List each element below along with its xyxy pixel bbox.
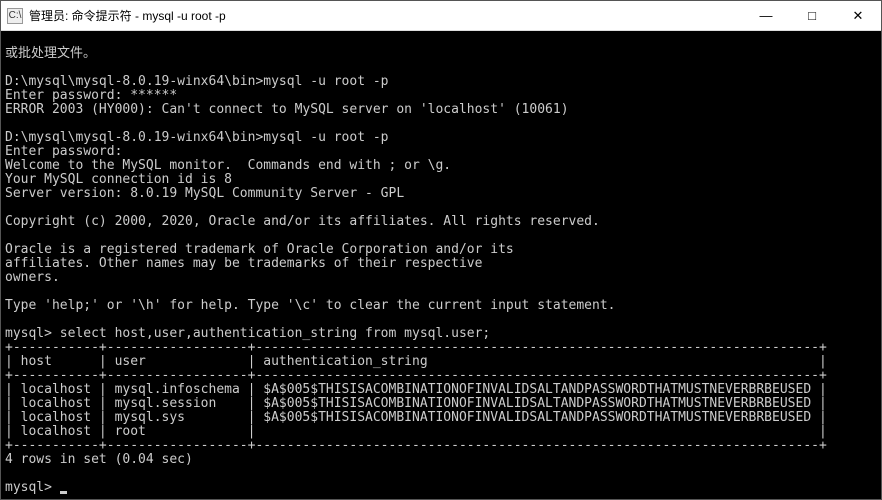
table-header: | host | user | authentication_string |: [5, 354, 827, 369]
titlebar[interactable]: C:\ 管理员: 命令提示符 - mysql -u root -p — □ ✕: [1, 1, 881, 31]
terminal-line: affiliates. Other names may be trademark…: [5, 256, 482, 271]
command-prompt-window: C:\ 管理员: 命令提示符 - mysql -u root -p — □ ✕ …: [0, 0, 882, 500]
terminal-line: mysql> select host,user,authentication_s…: [5, 326, 490, 341]
table-row: | localhost | mysql.sys | $A$005$THISISA…: [5, 410, 827, 425]
terminal-line: Enter password:: [5, 144, 122, 159]
prompt-line: mysql>: [5, 480, 67, 495]
close-button[interactable]: ✕: [835, 1, 881, 30]
terminal-line: Your MySQL connection id is 8: [5, 172, 232, 187]
terminal-line: ERROR 2003 (HY000): Can't connect to MyS…: [5, 102, 569, 117]
terminal-line: D:\mysql\mysql-8.0.19-winx64\bin>mysql -…: [5, 74, 389, 89]
terminal-line: Copyright (c) 2000, 2020, Oracle and/or …: [5, 214, 600, 229]
terminal-line: owners.: [5, 270, 60, 285]
table-row: | localhost | mysql.infoschema | $A$005$…: [5, 382, 827, 397]
table-border: +-----------+------------------+--------…: [5, 368, 827, 383]
table-row: | localhost | root | |: [5, 424, 827, 439]
terminal-line: 4 rows in set (0.04 sec): [5, 452, 193, 467]
minimize-button[interactable]: —: [743, 1, 789, 30]
table-border: +-----------+------------------+--------…: [5, 340, 827, 355]
terminal-line: Server version: 8.0.19 MySQL Community S…: [5, 186, 404, 201]
terminal-line: D:\mysql\mysql-8.0.19-winx64\bin>mysql -…: [5, 130, 389, 145]
maximize-button[interactable]: □: [789, 1, 835, 30]
table-row: | localhost | mysql.session | $A$005$THI…: [5, 396, 827, 411]
terminal-line: Enter password: ******: [5, 88, 177, 103]
cmd-icon: C:\: [7, 8, 23, 24]
window-title: 管理员: 命令提示符 - mysql -u root -p: [29, 7, 743, 24]
terminal-line: Type 'help;' or '\h' for help. Type '\c'…: [5, 298, 615, 313]
window-buttons: — □ ✕: [743, 1, 881, 30]
table-border: +-----------+------------------+--------…: [5, 438, 827, 453]
terminal-line: Oracle is a registered trademark of Orac…: [5, 242, 514, 257]
prompt-text: mysql>: [5, 480, 60, 495]
cursor: [60, 491, 67, 494]
terminal-line: Welcome to the MySQL monitor. Commands e…: [5, 158, 451, 173]
terminal-line: 或批处理文件。: [5, 46, 96, 61]
terminal-output[interactable]: 或批处理文件。 D:\mysql\mysql-8.0.19-winx64\bin…: [1, 31, 881, 499]
